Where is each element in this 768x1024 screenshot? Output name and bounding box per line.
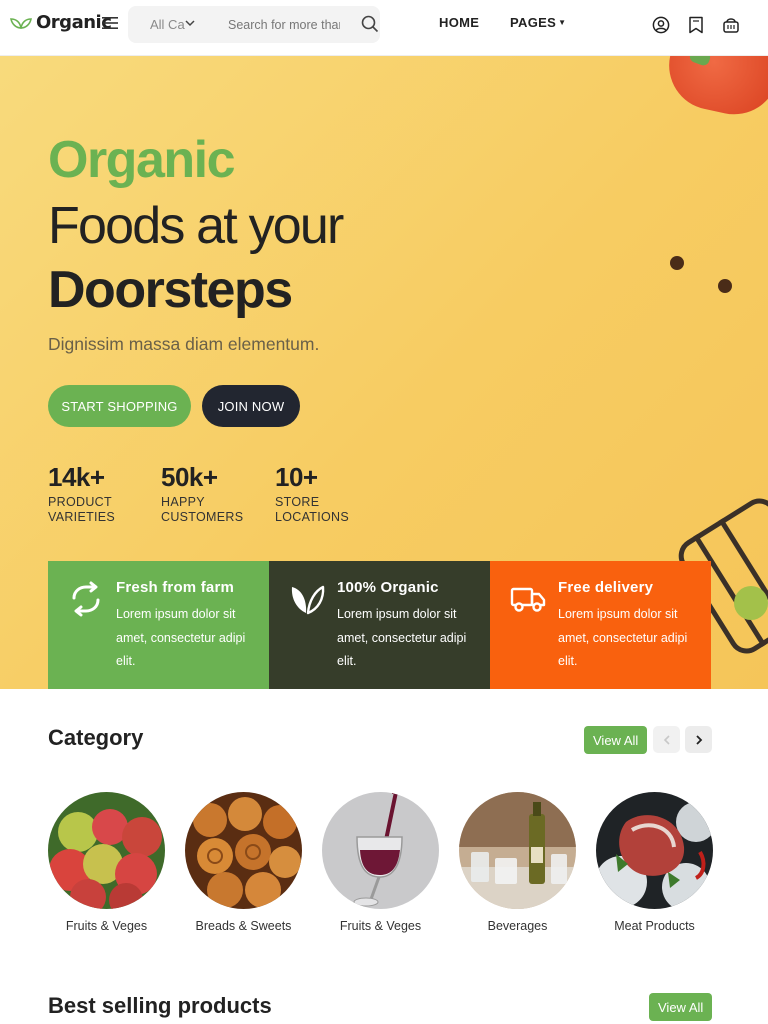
menu-icon[interactable] — [102, 16, 118, 30]
hero-title-line1: Organic — [48, 131, 236, 189]
category-item[interactable]: Beverages — [459, 792, 576, 933]
stat-store-locations: 10+ STORE LOCATIONS — [275, 462, 349, 525]
apples-image — [48, 792, 165, 909]
feature-text: Lorem ipsum dolor sit amet, consectetur … — [116, 607, 246, 668]
feature-title: Free delivery — [558, 579, 654, 596]
meat-image — [596, 792, 713, 909]
beverages-image — [459, 792, 576, 909]
category-item[interactable]: Fruits & Veges — [48, 792, 165, 933]
stat-number: 10+ — [275, 462, 318, 492]
category-label: Fruits & Veges — [65, 919, 148, 933]
category-image — [48, 792, 165, 909]
feature-text: Lorem ipsum dolor sit amet, consectetur … — [337, 607, 467, 668]
category-view-all-button[interactable]: View All — [584, 726, 648, 754]
stat-number: 50k+ — [161, 462, 218, 492]
category-label: Fruits & Veges — [339, 919, 422, 933]
category-label: Breads & Sweets — [195, 919, 292, 933]
spice-decoration — [670, 256, 684, 270]
category-next-button[interactable] — [685, 726, 712, 753]
stat-product-varieties: 14k+ PRODUCT VARIETIES — [48, 462, 115, 525]
hero-banner: Organic Foods at your Doorsteps Dignissi… — [0, 56, 768, 689]
wishlist-icon[interactable] — [687, 16, 705, 34]
nav-pages[interactable]: PAGES ▼ — [510, 15, 566, 30]
category-item[interactable]: Meat Products — [596, 792, 713, 933]
join-now-button[interactable]: JOIN NOW — [202, 385, 300, 427]
leaf-logo-icon — [10, 17, 32, 29]
hero-title-line3: Doorsteps — [48, 261, 293, 319]
hero-title-line2: Foods at your — [48, 197, 344, 255]
search-input[interactable] — [228, 16, 340, 34]
feature-title: Fresh from farm — [116, 579, 235, 596]
category-select[interactable]: All Ca — [150, 17, 185, 32]
category-label: Meat Products — [614, 919, 695, 933]
caret-down-icon: ▼ — [558, 18, 567, 27]
stat-label: STORE LOCATIONS — [275, 495, 350, 524]
feature-fresh-from-farm: Fresh from farm Lorem ipsum dolor sit am… — [48, 561, 269, 689]
category-prev-button[interactable] — [653, 726, 680, 753]
nav-home[interactable]: HOME — [439, 15, 479, 30]
breads-image — [185, 792, 302, 909]
stat-number: 14k+ — [48, 462, 105, 492]
feature-title: 100% Organic — [337, 579, 439, 596]
feature-organic: 100% Organic Lorem ipsum dolor sit amet,… — [269, 561, 490, 689]
spice-decoration — [718, 279, 732, 293]
site-header: Organic All Ca HOME PAGES▼ — [0, 0, 768, 56]
cart-icon[interactable] — [722, 16, 740, 34]
start-shopping-button[interactable]: START SHOPPING — [48, 385, 191, 427]
category-image — [185, 792, 302, 909]
user-icon[interactable] — [652, 16, 670, 34]
category-label: Beverages — [487, 919, 548, 933]
best-selling-heading: Best selling products — [48, 993, 272, 1018]
stat-happy-customers: 50k+ HAPPY CUSTOMERS — [161, 462, 243, 525]
category-item[interactable]: Fruits & Veges — [322, 792, 439, 933]
category-item[interactable]: Breads & Sweets — [185, 792, 302, 933]
leaf-icon — [291, 585, 325, 615]
chevron-right-icon — [695, 734, 702, 745]
chevron-down-icon[interactable] — [185, 19, 195, 27]
brand-logo[interactable]: Organic — [10, 12, 112, 33]
chevron-left-icon — [663, 734, 670, 745]
wine-image — [322, 792, 439, 909]
category-heading: Category — [48, 725, 144, 750]
feature-free-delivery: Free delivery Lorem ipsum dolor sit amet… — [490, 561, 711, 689]
stat-label: PRODUCT VARIETIES — [48, 495, 116, 524]
feature-text: Lorem ipsum dolor sit amet, consectetur … — [558, 607, 688, 668]
hero-subtitle: Dignissim massa diam elementum. — [48, 334, 320, 354]
search-bar: All Ca — [128, 6, 380, 43]
category-image — [322, 792, 439, 909]
pepper-decoration — [660, 56, 768, 123]
brand-name: Organic — [36, 12, 112, 33]
truck-icon — [510, 587, 546, 612]
nav-pages-label: PAGES — [510, 15, 557, 30]
category-image — [596, 792, 713, 909]
search-icon[interactable] — [361, 15, 379, 33]
lime-decoration — [734, 586, 768, 620]
stat-label: HAPPY CUSTOMERS — [161, 495, 244, 524]
best-selling-view-all-button[interactable]: View All — [649, 993, 713, 1021]
refresh-icon — [72, 581, 100, 617]
category-image — [459, 792, 576, 909]
